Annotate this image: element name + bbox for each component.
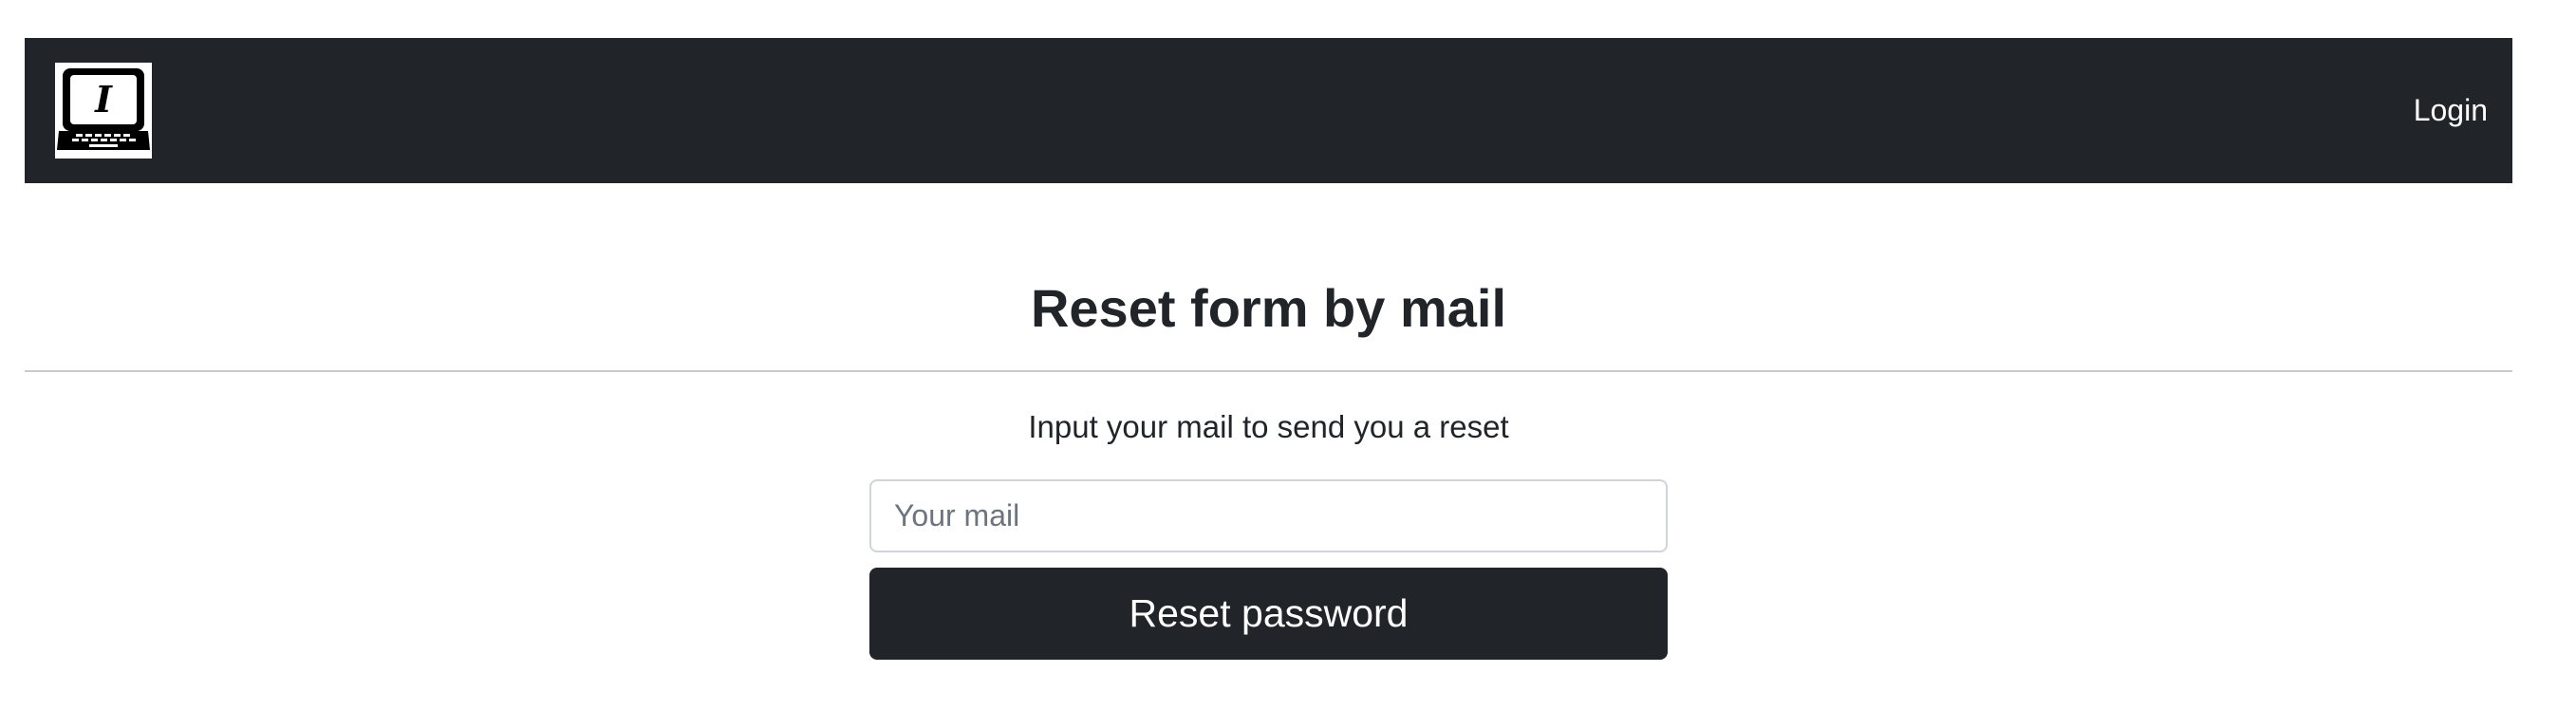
page-subtitle: Input your mail to send you a reset (1028, 409, 1509, 444)
laptop-icon: I (55, 68, 152, 156)
divider (25, 370, 2512, 372)
page: I Login Reset form by mail Input your ma… (0, 0, 2576, 710)
logo-letter: I (94, 78, 113, 121)
page-title: Reset form by mail (1030, 278, 1507, 338)
brand-logo[interactable]: I (55, 63, 152, 159)
nav-login-link[interactable]: Login (2414, 38, 2488, 183)
navbar: I Login (25, 38, 2512, 183)
mail-input[interactable] (869, 479, 1668, 552)
reset-password-button[interactable]: Reset password (869, 568, 1668, 660)
